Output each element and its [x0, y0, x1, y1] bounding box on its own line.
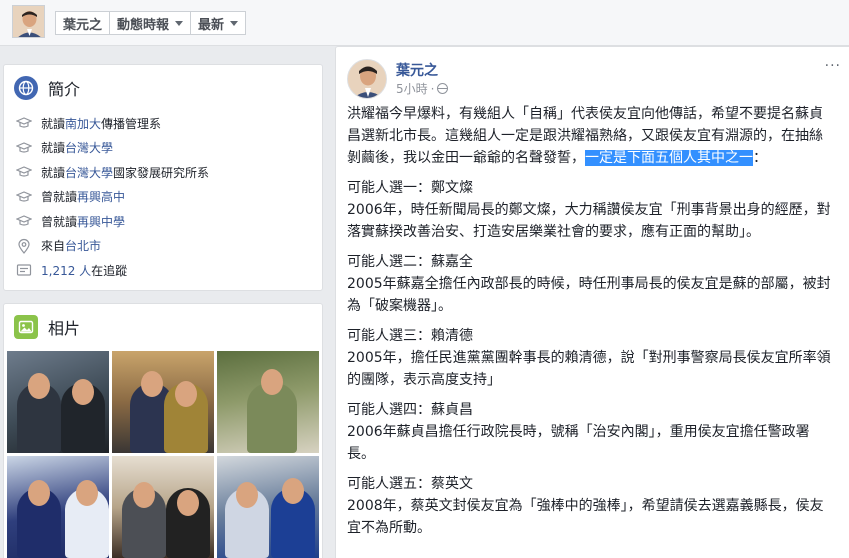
photo-icon: [14, 315, 38, 339]
intro-item: 就讀 南加大 傳播管理系: [16, 111, 322, 136]
intro-title: 簡介: [48, 80, 81, 99]
intro-item-link[interactable]: 台灣大學: [65, 139, 113, 156]
candidate-text: 2008年，蔡英文封侯友宜為「強棒中的強棒」，希望請侯去選嘉義縣長，侯友宜不為所…: [347, 498, 824, 536]
breadcrumb: 葉元之 動態時報 最新: [55, 11, 247, 35]
candidate-list: 可能人選一：鄭文燦 2006年，時任新聞局長的鄭文燦，大力稱讚侯友宜「刑事背景出身…: [347, 177, 832, 539]
post-time-label: 5小時: [396, 82, 428, 96]
intro-item: 1,212 人在追蹤: [16, 258, 322, 283]
crumb-timeline[interactable]: 動態時報: [110, 11, 192, 35]
intro-item-prefix: 就讀: [41, 116, 66, 131]
photos-title: 相片: [48, 319, 81, 338]
candidate-block: 可能人選二：蘇嘉全 2005年蘇嘉全擔任內政部長的時候，時任刑事局長的侯友宜是蘇的…: [347, 251, 832, 317]
intro-item: 來自 台北市: [16, 234, 322, 259]
candidate-block: 可能人選五：蔡英文 2008年，蔡英文封侯友宜為「強棒中的強棒」，希望請侯去選嘉義…: [347, 473, 832, 539]
candidate-text: 2005年，擔任民進黨黨團幹事長的賴清德，說「對刑事警察局長侯友宜所率領的團隊，…: [347, 350, 831, 388]
chevron-down-icon: [230, 20, 239, 26]
chevron-down-icon: [175, 20, 184, 26]
avatar[interactable]: [12, 5, 45, 38]
intro-item-prefix: 曾就讀: [41, 190, 78, 205]
intro-item-link[interactable]: 1,212 人: [41, 262, 91, 279]
intro-header: 簡介: [4, 65, 322, 111]
intro-item-suffix: 國家發展研究所系: [113, 165, 210, 180]
intro-item-suffix: 在追蹤: [91, 263, 128, 278]
intro-item: 曾就讀 再興中學: [16, 209, 322, 234]
crumb-label: 最新: [198, 17, 225, 33]
candidate-block: 可能人選三：賴清德 2005年，擔任民進黨黨團幹事長的賴清德，說「對刑事警察局長侯…: [347, 325, 832, 391]
photos-header: 相片: [4, 304, 322, 350]
graduation-cap-icon: [16, 189, 32, 205]
intro-card: 簡介 就讀 南加大 傳播管理系 就讀 台灣大學 就讀 台灣大學 國家發展研究所系 曾就讀 再興高中…: [3, 64, 323, 291]
candidate-text: 2005年蘇嘉全擔任內政部長的時候，時任刑事局長的侯友宜是蘇的部屬，被封為「破案…: [347, 276, 831, 314]
intro-item-prefix: 來自: [41, 239, 66, 254]
public-globe-icon: [437, 83, 449, 94]
post-card: 葉元之 5小時 · ··· 洪耀福今早爆料，有幾組人「自稱」代表侯友宜向他傳話，…: [335, 46, 849, 558]
separator-dot: ·: [430, 81, 435, 96]
intro-item-link[interactable]: 台北市: [65, 237, 101, 254]
graduation-cap-icon: [16, 213, 32, 229]
candidate-heading: 可能人選一：鄭文燦: [347, 180, 473, 196]
crumb-profile[interactable]: 葉元之: [55, 11, 111, 35]
post-author[interactable]: 葉元之: [396, 60, 438, 80]
intro-item-suffix: 傳播管理系: [101, 116, 162, 131]
candidate-heading: 可能人選二：蘇嘉全: [347, 254, 473, 270]
highlighted-text: 一定是下面五個人其中之一: [585, 150, 753, 166]
post-timestamp[interactable]: 5小時 ·: [396, 80, 449, 97]
intro-item: 就讀 台灣大學 國家發展研究所系: [16, 160, 322, 185]
photo-thumbnail[interactable]: [7, 456, 109, 558]
post-body: 洪耀福今早爆料，有幾組人「自稱」代表侯友宜向他傳話，希望不要提名蘇貞昌選新北市長…: [347, 103, 832, 547]
more-options-icon[interactable]: ···: [825, 58, 841, 74]
intro-item-prefix: 就讀: [41, 165, 66, 180]
intro-item-prefix: 就讀: [41, 141, 66, 156]
intro-item-link[interactable]: 台灣大學: [65, 164, 113, 181]
photo-thumbnail[interactable]: [112, 456, 214, 558]
candidate-text: 2006年，時任新聞局長的鄭文燦，大力稱讚侯友宜「刑事背景出身的經歷，對落實蘇揆…: [347, 202, 831, 240]
graduation-cap-icon: [16, 164, 32, 180]
crumb-label: 葉元之: [63, 17, 103, 33]
candidate-text: 2006年蘇貞昌擔任行政院長時，號稱「治安內閣」，重用侯友宜擔任警政署長。: [347, 424, 810, 462]
intro-list: 就讀 南加大 傳播管理系 就讀 台灣大學 就讀 台灣大學 國家發展研究所系 曾就讀 再興高中 曾就讀…: [4, 111, 322, 283]
intro-item-link[interactable]: 南加大: [65, 115, 101, 132]
top-bar: 葉元之 動態時報 最新: [0, 0, 849, 46]
candidate-heading: 可能人選三：賴清德: [347, 328, 473, 344]
graduation-cap-icon: [16, 140, 32, 156]
crumb-recent[interactable]: 最新: [191, 11, 247, 35]
photo-thumbnail[interactable]: [112, 351, 214, 453]
candidate-heading: 可能人選四：蘇貞昌: [347, 402, 473, 418]
intro-item: 就讀 台灣大學: [16, 136, 322, 161]
photo-thumbnail[interactable]: [217, 351, 319, 453]
intro-item-link[interactable]: 再興中學: [77, 213, 125, 230]
candidate-heading: 可能人選五：蔡英文: [347, 476, 473, 492]
followers-icon: [16, 262, 32, 278]
post-intro-tail: ：: [753, 150, 767, 166]
photo-thumbnail[interactable]: [217, 456, 319, 558]
intro-item: 曾就讀 再興高中: [16, 185, 322, 210]
photo-thumbnail[interactable]: [7, 351, 109, 453]
candidate-block: 可能人選四：蘇貞昌 2006年蘇貞昌擔任行政院長時，號稱「治安內閣」，重用侯友宜擔…: [347, 399, 832, 465]
crumb-label: 動態時報: [117, 17, 170, 33]
photo-grid: [7, 351, 320, 558]
location-pin-icon: [16, 238, 32, 254]
post-intro: 洪耀福今早爆料，有幾組人「自稱」代表侯友宜向他傳話，希望不要提名蘇貞昌選新北市長…: [347, 103, 832, 169]
avatar[interactable]: [347, 59, 387, 99]
candidate-block: 可能人選一：鄭文燦 2006年，時任新聞局長的鄭文燦，大力稱讚侯友宜「刑事背景出身…: [347, 177, 832, 243]
graduation-cap-icon: [16, 115, 32, 131]
globe-icon: [14, 76, 38, 100]
intro-item-link[interactable]: 再興高中: [77, 188, 125, 205]
photos-card: 相片: [3, 303, 323, 558]
intro-item-prefix: 曾就讀: [41, 214, 78, 229]
